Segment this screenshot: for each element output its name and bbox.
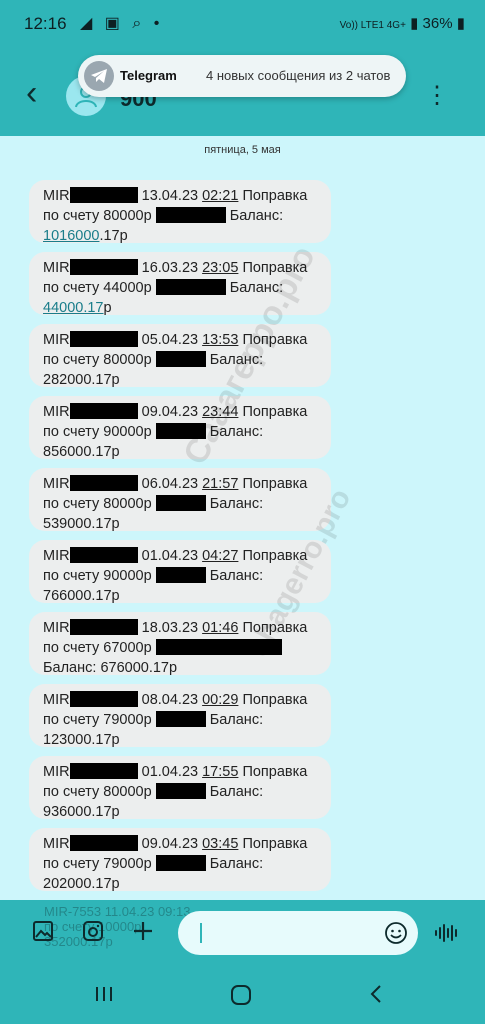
voice-record-icon[interactable] [434, 923, 460, 943]
redaction [155, 207, 226, 223]
more-options-icon[interactable]: ⋮ [425, 84, 449, 108]
redaction [69, 619, 138, 635]
redaction [69, 475, 138, 491]
redaction [69, 403, 138, 419]
battery-icon: ▮ [456, 15, 465, 32]
date-separator: пятница, 5 мая [204, 144, 281, 156]
camera-icon[interactable] [82, 920, 104, 942]
notification-toast[interactable]: Telegram 4 новых сообщения из 2 чатов [78, 55, 406, 97]
back-arrow-icon[interactable]: ‹ [26, 76, 37, 110]
status-right-icons: Vo)) LTE1 4G+ ▮ 36% ▮ [340, 14, 465, 32]
home-icon[interactable] [230, 984, 252, 1006]
status-notification-icons: ◢ ▣ ⌕ • [80, 15, 164, 32]
signal-icon: ▮ [410, 15, 419, 32]
redaction [69, 835, 138, 851]
redaction [155, 855, 206, 871]
redaction [155, 567, 206, 583]
chat-area[interactable]: пятница, 5 мая MIR 13.04.23 02:21 Поправ… [0, 136, 485, 900]
emoji-icon[interactable] [384, 921, 408, 945]
redaction [69, 187, 138, 203]
redaction [155, 351, 206, 367]
redaction [155, 279, 226, 295]
status-bar: 12:16 ◢ ▣ ⌕ • Vo)) LTE1 4G+ ▮ 36% ▮ [0, 0, 485, 48]
add-icon[interactable] [132, 920, 154, 942]
battery-percent: 36% [422, 15, 453, 32]
network-indicator: Vo)) LTE1 4G+ [339, 20, 406, 31]
message-input[interactable] [178, 911, 418, 955]
notification-text: 4 новых сообщения из 2 чатов [206, 68, 391, 83]
composer-bar: MIR-7553 11.04.23 09:13 по счету 10000р … [0, 900, 485, 966]
message-bubble[interactable]: MIR 05.04.23 13:53 Поправка по счету 800… [29, 324, 331, 388]
back-nav-icon[interactable] [368, 984, 384, 1004]
text-caret [200, 923, 202, 943]
telegram-icon [84, 61, 114, 91]
message-bubble[interactable]: MIR 13.04.23 02:21 Поправка по счету 800… [29, 180, 331, 244]
redaction [69, 691, 138, 707]
message-bubble[interactable]: MIR 09.04.23 03:45 Поправка по счету 790… [29, 828, 331, 892]
status-time: 12:16 [24, 14, 67, 33]
redaction [69, 331, 138, 347]
system-navigation-bar [0, 966, 485, 1024]
partial-message-behind: MIR-7553 11.04.23 09:13 по счету 10000р … [44, 904, 191, 949]
redaction [155, 711, 206, 727]
gallery-icon[interactable] [32, 920, 54, 942]
redaction [69, 259, 138, 275]
redaction [69, 763, 138, 779]
recent-apps-icon[interactable] [94, 984, 114, 1004]
message-bubble[interactable]: MIR 08.04.23 00:29 Поправка по счету 790… [29, 684, 331, 748]
notification-app-name: Telegram [120, 68, 177, 83]
